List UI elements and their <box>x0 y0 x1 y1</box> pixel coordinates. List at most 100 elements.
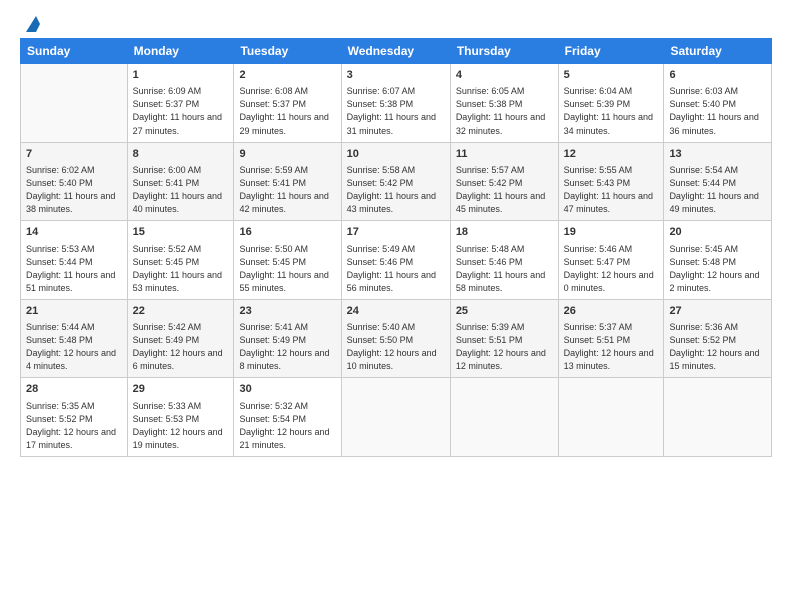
table-cell: 10 Sunrise: 5:58 AM Sunset: 5:42 PM Dayli… <box>341 142 450 221</box>
cell-info: Sunrise: 6:05 AM Sunset: 5:38 PM Dayligh… <box>456 85 553 137</box>
day-number: 5 <box>564 68 659 83</box>
table-cell: 19 Sunrise: 5:46 AM Sunset: 5:47 PM Dayli… <box>558 221 664 300</box>
col-tuesday: Tuesday <box>234 39 341 64</box>
table-cell: 24Sunrise: 5:40 AM Sunset: 5:50 PM Dayli… <box>341 299 450 378</box>
table-cell: 18Sunrise: 5:48 AM Sunset: 5:46 PM Dayli… <box>450 221 558 300</box>
day-number: 20 <box>669 225 766 240</box>
cell-info: Sunrise: 5:49 AM Sunset: 5:46 PM Dayligh… <box>347 243 445 295</box>
day-number: 25 <box>456 304 553 319</box>
table-cell: 12 Sunrise: 5:55 AM Sunset: 5:43 PM Dayli… <box>558 142 664 221</box>
day-number: 4 <box>456 68 553 83</box>
table-cell: 1 Sunrise: 6:09 AM Sunset: 5:37 PM Daylig… <box>127 64 234 143</box>
table-cell: 3 Sunrise: 6:07 AM Sunset: 5:38 PM Daylig… <box>341 64 450 143</box>
day-number: 11 <box>456 147 553 162</box>
table-cell: 2 Sunrise: 6:08 AM Sunset: 5:37 PM Daylig… <box>234 64 341 143</box>
table-cell: 4 Sunrise: 6:05 AM Sunset: 5:38 PM Daylig… <box>450 64 558 143</box>
col-wednesday: Wednesday <box>341 39 450 64</box>
day-number: 18 <box>456 225 553 240</box>
table-cell: 28 Sunrise: 5:35 AM Sunset: 5:52 PM Dayli… <box>21 378 128 457</box>
cell-info: Sunrise: 5:36 AM Sunset: 5:52 PM Dayligh… <box>669 321 766 373</box>
day-number: 3 <box>347 68 445 83</box>
cell-info: Sunrise: 5:53 AM Sunset: 5:44 PM Dayligh… <box>26 243 122 295</box>
calendar-table: Sunday Monday Tuesday Wednesday Thursday… <box>20 38 772 457</box>
day-number: 29 <box>133 382 229 397</box>
cell-info: Sunrise: 5:50 AM Sunset: 5:45 PM Dayligh… <box>239 243 335 295</box>
cell-info: Sunrise: 5:42 AM Sunset: 5:49 PM Dayligh… <box>133 321 229 373</box>
day-number: 6 <box>669 68 766 83</box>
cell-info: Sunrise: 5:39 AM Sunset: 5:51 PM Dayligh… <box>456 321 553 373</box>
day-number: 7 <box>26 147 122 162</box>
day-number: 16 <box>239 225 335 240</box>
day-number: 26 <box>564 304 659 319</box>
cell-info: Sunrise: 5:54 AM Sunset: 5:44 PM Dayligh… <box>669 164 766 216</box>
cell-info: Sunrise: 5:32 AM Sunset: 5:54 PM Dayligh… <box>239 400 335 452</box>
table-cell: 22 Sunrise: 5:42 AM Sunset: 5:49 PM Dayli… <box>127 299 234 378</box>
header <box>20 16 772 30</box>
table-cell: 11 Sunrise: 5:57 AM Sunset: 5:42 PM Dayli… <box>450 142 558 221</box>
col-monday: Monday <box>127 39 234 64</box>
cell-info: Sunrise: 6:07 AM Sunset: 5:38 PM Dayligh… <box>347 85 445 137</box>
day-number: 12 <box>564 147 659 162</box>
table-cell: 15 Sunrise: 5:52 AM Sunset: 5:45 PM Dayli… <box>127 221 234 300</box>
table-cell <box>450 378 558 457</box>
cell-info: Sunrise: 5:52 AM Sunset: 5:45 PM Dayligh… <box>133 243 229 295</box>
table-cell: 14 Sunrise: 5:53 AM Sunset: 5:44 PM Dayli… <box>21 221 128 300</box>
day-number: 1 <box>133 68 229 83</box>
cell-info: Sunrise: 5:59 AM Sunset: 5:41 PM Dayligh… <box>239 164 335 216</box>
day-number: 27 <box>669 304 766 319</box>
table-cell: 27 Sunrise: 5:36 AM Sunset: 5:52 PM Dayli… <box>664 299 772 378</box>
cell-info: Sunrise: 6:09 AM Sunset: 5:37 PM Dayligh… <box>133 85 229 137</box>
table-cell: 17 Sunrise: 5:49 AM Sunset: 5:46 PM Dayli… <box>341 221 450 300</box>
cell-info: Sunrise: 5:33 AM Sunset: 5:53 PM Dayligh… <box>133 400 229 452</box>
cell-info: Sunrise: 5:58 AM Sunset: 5:42 PM Dayligh… <box>347 164 445 216</box>
cell-info: Sunrise: 6:00 AM Sunset: 5:41 PM Dayligh… <box>133 164 229 216</box>
table-cell: 20Sunrise: 5:45 AM Sunset: 5:48 PM Dayli… <box>664 221 772 300</box>
table-cell: 13 Sunrise: 5:54 AM Sunset: 5:44 PM Dayli… <box>664 142 772 221</box>
table-cell: 16 Sunrise: 5:50 AM Sunset: 5:45 PM Dayli… <box>234 221 341 300</box>
cell-info: Sunrise: 5:35 AM Sunset: 5:52 PM Dayligh… <box>26 400 122 452</box>
table-cell <box>558 378 664 457</box>
table-cell <box>664 378 772 457</box>
col-sunday: Sunday <box>21 39 128 64</box>
day-number: 28 <box>26 382 122 397</box>
cell-info: Sunrise: 5:57 AM Sunset: 5:42 PM Dayligh… <box>456 164 553 216</box>
table-cell: 29 Sunrise: 5:33 AM Sunset: 5:53 PM Dayli… <box>127 378 234 457</box>
day-number: 14 <box>26 225 122 240</box>
day-number: 8 <box>133 147 229 162</box>
table-cell: 25 Sunrise: 5:39 AM Sunset: 5:51 PM Dayli… <box>450 299 558 378</box>
col-friday: Friday <box>558 39 664 64</box>
day-number: 30 <box>239 382 335 397</box>
table-cell <box>21 64 128 143</box>
table-cell: 6 Sunrise: 6:03 AM Sunset: 5:40 PM Daylig… <box>664 64 772 143</box>
page: Sunday Monday Tuesday Wednesday Thursday… <box>0 0 792 612</box>
table-cell: 7 Sunrise: 6:02 AM Sunset: 5:40 PM Daylig… <box>21 142 128 221</box>
cell-info: Sunrise: 5:55 AM Sunset: 5:43 PM Dayligh… <box>564 164 659 216</box>
day-number: 2 <box>239 68 335 83</box>
table-cell <box>341 378 450 457</box>
cell-info: Sunrise: 6:03 AM Sunset: 5:40 PM Dayligh… <box>669 85 766 137</box>
cell-info: Sunrise: 6:04 AM Sunset: 5:39 PM Dayligh… <box>564 85 659 137</box>
logo-icon <box>22 16 40 34</box>
logo <box>20 16 40 30</box>
header-row: Sunday Monday Tuesday Wednesday Thursday… <box>21 39 772 64</box>
day-number: 19 <box>564 225 659 240</box>
day-number: 23 <box>239 304 335 319</box>
day-number: 13 <box>669 147 766 162</box>
cell-info: Sunrise: 6:08 AM Sunset: 5:37 PM Dayligh… <box>239 85 335 137</box>
day-number: 10 <box>347 147 445 162</box>
day-number: 15 <box>133 225 229 240</box>
cell-info: Sunrise: 6:02 AM Sunset: 5:40 PM Dayligh… <box>26 164 122 216</box>
day-number: 21 <box>26 304 122 319</box>
cell-info: Sunrise: 5:41 AM Sunset: 5:49 PM Dayligh… <box>239 321 335 373</box>
cell-info: Sunrise: 5:40 AM Sunset: 5:50 PM Dayligh… <box>347 321 445 373</box>
day-number: 9 <box>239 147 335 162</box>
day-number: 22 <box>133 304 229 319</box>
cell-info: Sunrise: 5:46 AM Sunset: 5:47 PM Dayligh… <box>564 243 659 295</box>
table-cell: 9 Sunrise: 5:59 AM Sunset: 5:41 PM Daylig… <box>234 142 341 221</box>
table-cell: 30 Sunrise: 5:32 AM Sunset: 5:54 PM Dayli… <box>234 378 341 457</box>
col-saturday: Saturday <box>664 39 772 64</box>
day-number: 17 <box>347 225 445 240</box>
table-cell: 21 Sunrise: 5:44 AM Sunset: 5:48 PM Dayli… <box>21 299 128 378</box>
table-cell: 8 Sunrise: 6:00 AM Sunset: 5:41 PM Daylig… <box>127 142 234 221</box>
cell-info: Sunrise: 5:44 AM Sunset: 5:48 PM Dayligh… <box>26 321 122 373</box>
